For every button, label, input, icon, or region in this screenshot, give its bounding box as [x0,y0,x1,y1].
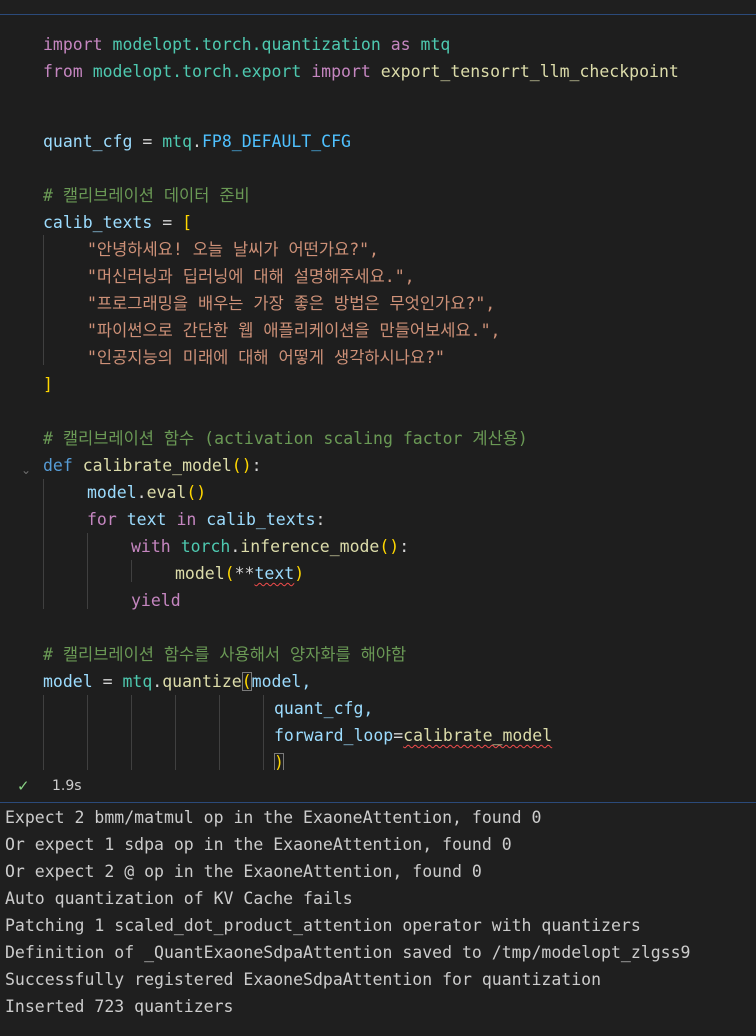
string-literal: "프로그래밍을 배우는 가장 좋은 방법은 무엇인가요?", [87,294,496,313]
operator: = [152,213,183,232]
code-line-quantize: model = mtq.quantize(model, [43,669,311,695]
code-line-def: def calibrate_model(): [43,453,262,479]
execution-time: 1.9s [52,778,82,794]
colon: : [315,510,326,529]
output-line: Or expect 2 @ op in the ExaoneAttention,… [5,862,482,881]
module-name: torch [180,537,231,556]
output-line: Successfully registered ExaoneSdpaAttent… [5,970,602,989]
code-comment: # 캘리브레이션 데이터 준비 [43,186,250,205]
keyword: import [311,62,371,81]
indent-guide [87,533,88,609]
keyword: def [43,456,73,475]
operator: = [393,726,404,745]
colon: : [399,537,410,556]
code-line-eval: model.eval() [87,480,206,506]
variable: text [126,510,167,529]
constant: FP8_DEFAULT_CFG [201,132,351,151]
module-alias: mtq [420,35,451,54]
indent-guide [131,560,132,582]
dot: . [152,672,163,691]
indent-guide [43,235,44,365]
variable: calib_texts [43,213,153,232]
indent-guide [131,695,132,771]
output-line: Inserted 723 quantizers [5,997,234,1016]
dot: . [136,483,147,502]
string-literal: "안녕하세요! 오늘 날씨가 어떤가요?", [87,240,379,259]
output-line: Definition of _QuantExaoneSdpaAttention … [5,943,691,962]
output-line: Auto quantization of KV Cache fails [5,889,353,908]
bracket: () [231,456,252,475]
bracket: [ [182,213,193,232]
keyword: in [176,510,197,529]
keyword: import [43,35,103,54]
check-icon: ✓ [17,777,30,795]
keyword: yield [131,591,181,610]
code-cell[interactable]: ⌄ import modelopt.torch.quantization as … [0,14,756,772]
bracket-match-highlight: ( [241,672,252,691]
code-line-calib-texts: calib_texts = [ [43,210,192,236]
variable: quant_cfg [43,132,133,151]
code-line-model-call: model(**text) [175,561,304,587]
dot: . [192,132,202,151]
keyword: for [87,510,117,529]
keyword: with [131,537,171,556]
argument: quant_cfg, [274,699,374,718]
string-literal: "파이썬으로 간단한 웹 애플리케이션을 만들어보세요.", [87,321,501,340]
string-literal: "인공지능의 미래에 대해 어떻게 생각하시나요?" [87,348,445,367]
fold-chevron-icon[interactable]: ⌄ [18,462,34,478]
output-line: Patching 1 scaled_dot_product_attention … [5,916,641,935]
function-reference-with-warning[interactable]: calibrate_model [403,726,552,745]
module-alias: mtq [162,132,193,151]
output-line: Or expect 1 sdpa op in the ExaoneAttenti… [5,835,512,854]
code-line-for: for text in calib_texts: [87,507,325,533]
code-line-with: with torch.inference_mode(): [131,534,409,560]
code-line-forward-loop: forward_loop=calibrate_model [274,723,552,749]
indent-guide [43,695,44,771]
module-name: modelopt.torch.export [92,62,302,81]
keyword: from [43,62,83,81]
code-line-quant-cfg: quant_cfg = mtq.FP8_DEFAULT_CFG [43,129,351,155]
method-name: eval [146,483,187,502]
output-line: Expect 2 bmm/matmul op in the ExaoneAtte… [5,808,542,827]
module-name: modelopt.torch.quantization [112,35,381,54]
function-name: model [175,564,225,583]
module-alias: mtq [122,672,153,691]
function-name: calibrate_model [82,456,232,475]
function-name: quantize [162,672,242,691]
variable: calib_texts [206,510,316,529]
function-name: export_tensorrt_llm_checkpoint [380,62,679,81]
variable: model [43,672,93,691]
operator: ** [234,564,255,583]
bracket: () [379,537,400,556]
dot: . [230,537,241,556]
operator: = [92,672,123,691]
code-line-from-import: from modelopt.torch.export import export… [43,59,679,85]
cell-status-bar: ✓ 1.9s [0,770,756,802]
code-comment: # 캘리브레이션 함수 (activation scaling factor 계… [43,429,528,448]
method-name: inference_mode [240,537,380,556]
code-line-import: import modelopt.torch.quantization as mt… [43,32,450,58]
indent-guide [175,695,176,771]
keyword-argument: forward_loop [274,726,394,745]
string-literal: "머신러닝과 딥러닝에 대해 설명해주세요.", [87,267,415,286]
bracket: ] [43,375,53,394]
code-comment: # 캘리브레이션 함수를 사용해서 양자화를 해야함 [43,645,407,664]
indent-guide [87,695,88,771]
operator: = [132,132,163,151]
keyword: as [390,35,411,54]
colon: : [251,456,262,475]
indent-guide [263,695,264,771]
argument: model, [251,672,312,691]
bracket: ) [294,564,305,583]
variable-with-warning[interactable]: text [254,564,294,583]
variable: model [87,483,137,502]
indent-guide [219,695,220,771]
indent-guide [43,479,44,609]
cell-output: Expect 2 bmm/matmul op in the ExaoneAtte… [0,802,756,1036]
bracket: ( [224,564,235,583]
bracket: () [186,483,207,502]
